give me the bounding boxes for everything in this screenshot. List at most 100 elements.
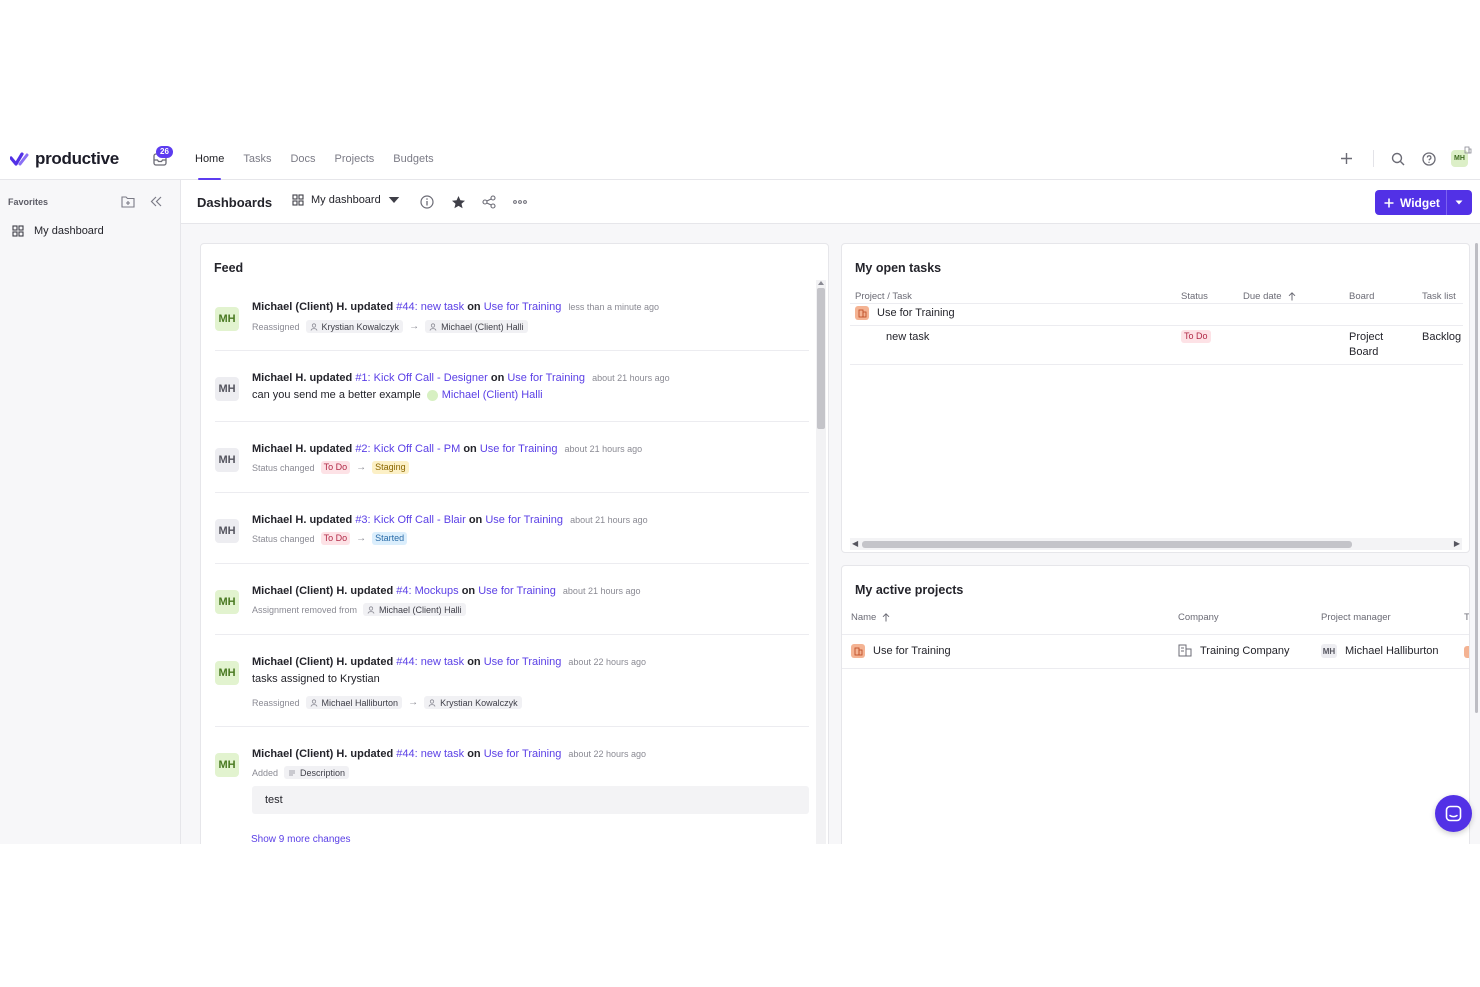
feed-project-link[interactable]: Use for Training (484, 656, 562, 668)
nav-tab-docs[interactable]: Docs (290, 137, 315, 180)
column-header[interactable]: Task list (1422, 291, 1456, 302)
column-header-name[interactable]: Name (851, 612, 890, 623)
feed-task-link[interactable]: #4: Mockups (396, 585, 458, 597)
nav-tab-tasks[interactable]: Tasks (243, 137, 271, 180)
help-icon[interactable] (1420, 150, 1437, 167)
add-widget-button[interactable]: Widget (1375, 190, 1472, 215)
info-icon[interactable] (419, 194, 435, 210)
task-board-line1: Project (1349, 331, 1384, 343)
page-scrollbar-thumb[interactable] (1475, 243, 1478, 713)
feed-project-link[interactable]: Use for Training (507, 372, 585, 384)
change-label: Status changed (252, 533, 315, 544)
scroll-left-icon[interactable]: ◀ (852, 539, 858, 548)
manager-name: Michael Halliburton (1345, 645, 1439, 657)
project-name: Use for Training (873, 645, 951, 657)
show-more-link[interactable]: Show 9 more changes (251, 834, 351, 844)
sidebar-item-my-dashboard[interactable]: My dashboard (0, 220, 180, 242)
feed-item-change: Reassigned Krystian Kowalczyk → Michael … (252, 320, 528, 333)
mention-link[interactable]: Michael (Client) Halli (442, 389, 543, 401)
feed-project-link[interactable]: Use for Training (478, 585, 556, 597)
person-chip-label: Krystian Kowalczyk (440, 697, 518, 708)
project-row-manager[interactable]: MH Michael Halliburton (1321, 644, 1439, 658)
collapse-sidebar-icon[interactable] (149, 195, 163, 208)
top-navigation: productive 26 Home Tasks Docs Projects B… (0, 137, 1480, 180)
feed-project-link[interactable]: Use for Training (485, 514, 563, 526)
person-icon (310, 322, 317, 331)
search-icon[interactable] (1389, 150, 1406, 167)
status-badge: To Do (320, 461, 351, 474)
feed-item: MH Michael (Client) H. updated #44: new … (215, 635, 809, 727)
project-tag (1464, 646, 1469, 658)
chat-button[interactable] (1435, 795, 1472, 832)
feed-timestamp: about 21 hours ago (564, 444, 643, 454)
feed-project-link[interactable]: Use for Training (484, 301, 562, 313)
scroll-right-icon[interactable]: ▶ (1454, 539, 1460, 548)
change-label: Added (252, 767, 279, 778)
feed-actor: Michael (Client) H. updated (252, 748, 394, 760)
description-icon (289, 770, 296, 775)
comment-text: can you send me a better example (252, 389, 421, 401)
status-badge: Staging (372, 461, 409, 474)
person-chip: Michael (Client) Halli (425, 320, 528, 333)
add-icon[interactable] (1338, 150, 1355, 167)
feed-timestamp: about 21 hours ago (562, 586, 641, 596)
project-row-name[interactable]: Use for Training (851, 644, 951, 658)
person-chip: Krystian Kowalczyk (424, 696, 522, 709)
scroll-up-icon[interactable] (818, 281, 824, 285)
dashboard-select[interactable]: My dashboard (292, 194, 400, 206)
feed-scrollbar-thumb[interactable] (817, 288, 825, 429)
column-header[interactable]: Company (1178, 612, 1219, 623)
feed-actor: Michael H. updated (252, 443, 353, 455)
feed-project-link[interactable]: Use for Training (484, 748, 562, 760)
more-options-icon[interactable] (512, 194, 528, 210)
change-label: Assignment removed from (252, 604, 358, 615)
nav-tab-budgets[interactable]: Budgets (393, 137, 433, 180)
column-header-due-date[interactable]: Due date (1243, 291, 1296, 302)
nav-tab-home[interactable]: Home (195, 137, 224, 180)
task-name[interactable]: new task (886, 331, 929, 343)
sidebar-item-label: My dashboard (34, 225, 104, 237)
logo[interactable]: productive (10, 149, 119, 169)
column-header[interactable]: Status (1181, 291, 1208, 302)
feed-task-link[interactable]: #1: Kick Off Call - Designer (355, 372, 487, 384)
add-widget-main[interactable]: Widget (1375, 190, 1447, 215)
feed-timestamp: about 21 hours ago (592, 373, 670, 383)
feed-task-link[interactable]: #3: Kick Off Call - Blair (355, 514, 465, 526)
feed-task-link[interactable]: #44: new task (396, 301, 464, 313)
status-badge: To Do (320, 532, 351, 545)
horizontal-scrollbar[interactable]: ◀ ▶ (850, 538, 1462, 550)
feed-widget: Feed MH Michael (Client) H. updated #44:… (200, 243, 829, 844)
column-header[interactable]: T (1464, 612, 1469, 623)
change-label: Reassigned (252, 697, 300, 708)
avatar: MH (215, 661, 239, 685)
column-header[interactable]: Project / Task (855, 291, 912, 302)
feed-project-link[interactable]: Use for Training (480, 443, 558, 455)
widget-options-caret[interactable] (1447, 190, 1471, 215)
page-scrollbar[interactable] (1473, 243, 1480, 844)
new-folder-icon[interactable] (121, 195, 135, 208)
column-header[interactable]: Project manager (1321, 612, 1391, 623)
share-icon[interactable] (481, 194, 497, 210)
feed-on: on (467, 656, 481, 668)
feed-task-link[interactable]: #44: new task (396, 656, 464, 668)
person-chip: Krystian Kowalczyk (305, 320, 404, 333)
feed-item: MH Michael H. updated #3: Kick Off Call … (215, 493, 809, 564)
feed-scrollbar[interactable] (816, 280, 826, 844)
change-label: Reassigned (252, 321, 300, 332)
feed-task-link[interactable]: #44: new task (396, 748, 464, 760)
grid-icon (292, 194, 304, 206)
feed-item-change: Assignment removed from Michael (Client)… (252, 603, 466, 616)
feed-item-headline: Michael (Client) H. updated #44: new tas… (252, 748, 646, 760)
main-nav-tabs: Home Tasks Docs Projects Budgets (195, 137, 434, 180)
project-icon (851, 644, 865, 658)
task-status[interactable]: To Do (1181, 330, 1211, 343)
star-icon[interactable] (450, 194, 466, 210)
column-header[interactable]: Board (1349, 291, 1374, 302)
project-group-row[interactable]: Use for Training (855, 306, 955, 320)
project-row-company[interactable]: Training Company (1178, 644, 1289, 657)
horizontal-scrollbar-thumb[interactable] (862, 541, 1352, 548)
feed-task-link[interactable]: #2: Kick Off Call - PM (355, 443, 460, 455)
feed-on: on (467, 748, 481, 760)
nav-tab-projects[interactable]: Projects (335, 137, 375, 180)
company-icon (1178, 644, 1192, 657)
